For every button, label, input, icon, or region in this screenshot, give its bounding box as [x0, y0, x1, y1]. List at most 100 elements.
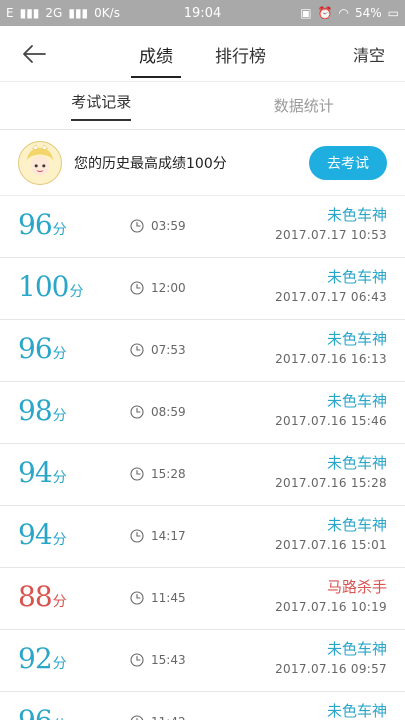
signal-label: E [6, 6, 14, 20]
score-unit: 分 [52, 408, 67, 424]
tab-leaderboard[interactable]: 排行榜 [207, 30, 274, 77]
alarm-icon: ⏰ [317, 6, 333, 20]
score-unit: 分 [52, 532, 67, 548]
score: 100分 [18, 270, 83, 303]
score: 96分 [18, 704, 67, 720]
clock-icon [130, 405, 144, 419]
record-row[interactable]: 96分 07:53 未色车神 2017.07.16 16:13 [0, 320, 405, 382]
record-date: 2017.07.17 06:43 [275, 290, 387, 304]
level-title: 未色车神 [326, 330, 387, 348]
score-unit: 分 [52, 656, 67, 672]
battery-icon: ▭ [387, 6, 399, 20]
record-date: 2017.07.16 16:13 [275, 352, 387, 366]
score-value: 98 [18, 394, 53, 427]
avatar [18, 140, 62, 185]
score-unit: 分 [69, 284, 84, 300]
score-value: 94 [18, 456, 53, 489]
tab-scores[interactable]: 成绩 [131, 30, 181, 78]
score-value: 96 [18, 208, 53, 241]
subtab-exam-records-label: 考试记录 [71, 91, 132, 121]
score: 94分 [18, 456, 67, 489]
take-exam-button[interactable]: 去考试 [309, 145, 387, 180]
level-title: 未色车神 [326, 206, 387, 224]
record-row[interactable]: 94分 15:28 未色车神 2017.07.16 15:28 [0, 444, 405, 506]
score: 98分 [18, 394, 67, 427]
record-row[interactable]: 88分 11:45 马路杀手 2017.07.16 10:19 [0, 568, 405, 630]
clock-icon [130, 529, 144, 543]
clock-icon [130, 715, 144, 720]
duration-value: 12:00 [151, 281, 186, 295]
duration-value: 03:59 [151, 219, 186, 233]
clock-icon [130, 219, 144, 233]
clock-icon [130, 343, 144, 357]
score-value: 94 [18, 518, 53, 551]
duration: 12:00 [130, 281, 186, 295]
clear-button[interactable]: 清空 [353, 42, 385, 66]
score-value: 88 [18, 580, 53, 613]
score-value: 100 [18, 270, 69, 303]
level-title: 未色车神 [326, 702, 387, 720]
duration-value: 11:45 [151, 591, 186, 605]
nav-tabs: 成绩 排行榜 [0, 30, 405, 78]
score-value: 96 [18, 704, 53, 720]
score-unit: 分 [52, 470, 67, 486]
record-date: 2017.07.16 15:01 [275, 538, 387, 552]
duration-value: 11:42 [151, 715, 186, 720]
clock-icon [130, 591, 144, 605]
record-row[interactable]: 96分 03:59 未色车神 2017.07.17 10:53 [0, 196, 405, 258]
clock-icon [130, 281, 144, 295]
signal-bars-icon: ▮▮▮ [19, 6, 40, 20]
score: 96分 [18, 332, 67, 365]
duration: 07:53 [130, 343, 186, 357]
network-type: 2G [45, 6, 63, 20]
duration: 15:28 [130, 467, 186, 481]
subtab-statistics-label: 数据统计 [273, 97, 334, 115]
sub-tabs: 考试记录 数据统计 [0, 82, 405, 130]
level-title: 未色车神 [326, 454, 387, 472]
record-row[interactable]: 96分 11:42 未色车神 [0, 692, 405, 720]
record-date: 2017.07.16 15:46 [275, 414, 387, 428]
record-row[interactable]: 100分 12:00 未色车神 2017.07.17 06:43 [0, 258, 405, 320]
record-row[interactable]: 94分 14:17 未色车神 2017.07.16 15:01 [0, 506, 405, 568]
wifi-icon: ◠ [338, 6, 349, 20]
duration-value: 15:43 [151, 653, 186, 667]
duration-value: 15:28 [151, 467, 186, 481]
score-value: 96 [18, 332, 53, 365]
clock-icon [130, 467, 144, 481]
score-value: 92 [18, 642, 53, 675]
score: 96分 [18, 208, 67, 241]
battery-percent: 54% [354, 6, 382, 20]
record-row[interactable]: 92分 15:43 未色车神 2017.07.16 09:57 [0, 630, 405, 692]
record-date: 2017.07.16 15:28 [275, 476, 387, 490]
level-title: 未色车神 [326, 268, 387, 286]
score-unit: 分 [52, 346, 67, 362]
avatar-character-icon [19, 141, 61, 184]
status-bar: E ▮▮▮ 2G ▮▮▮ 0K/s 19:04 ▣ ⏰ ◠ 54% ▭ [0, 0, 405, 26]
nav-bar: 成绩 排行榜 清空 [0, 26, 405, 82]
duration-value: 07:53 [151, 343, 186, 357]
score: 94分 [18, 518, 67, 551]
record-row[interactable]: 98分 08:59 未色车神 2017.07.16 15:46 [0, 382, 405, 444]
best-score-text: 您的历史最高成绩100分 [74, 155, 227, 172]
record-date: 2017.07.16 10:19 [275, 600, 387, 614]
status-left: E ▮▮▮ 2G ▮▮▮ 0K/s [6, 6, 120, 20]
level-title: 未色车神 [326, 516, 387, 534]
network-speed: 0K/s [94, 6, 120, 20]
level-title: 未色车神 [326, 392, 387, 410]
score: 92分 [18, 642, 67, 675]
record-date: 2017.07.17 10:53 [275, 228, 387, 242]
subtab-statistics[interactable]: 数据统计 [203, 82, 405, 129]
level-title: 未色车神 [326, 640, 387, 658]
status-right: ▣ ⏰ ◠ 54% ▭ [300, 6, 399, 20]
records-list: 96分 03:59 未色车神 2017.07.17 10:53 100分 12:00 未色车… [0, 196, 405, 720]
duration: 11:45 [130, 591, 186, 605]
best-score-row: 您的历史最高成绩100分 去考试 [0, 130, 405, 196]
duration-value: 08:59 [151, 405, 186, 419]
duration: 14:17 [130, 529, 186, 543]
duration: 03:59 [130, 219, 186, 233]
score: 88分 [18, 580, 67, 613]
duration: 11:42 [130, 715, 186, 720]
clock-icon [130, 653, 144, 667]
subtab-exam-records[interactable]: 考试记录 [0, 82, 203, 129]
duration: 15:43 [130, 653, 186, 667]
